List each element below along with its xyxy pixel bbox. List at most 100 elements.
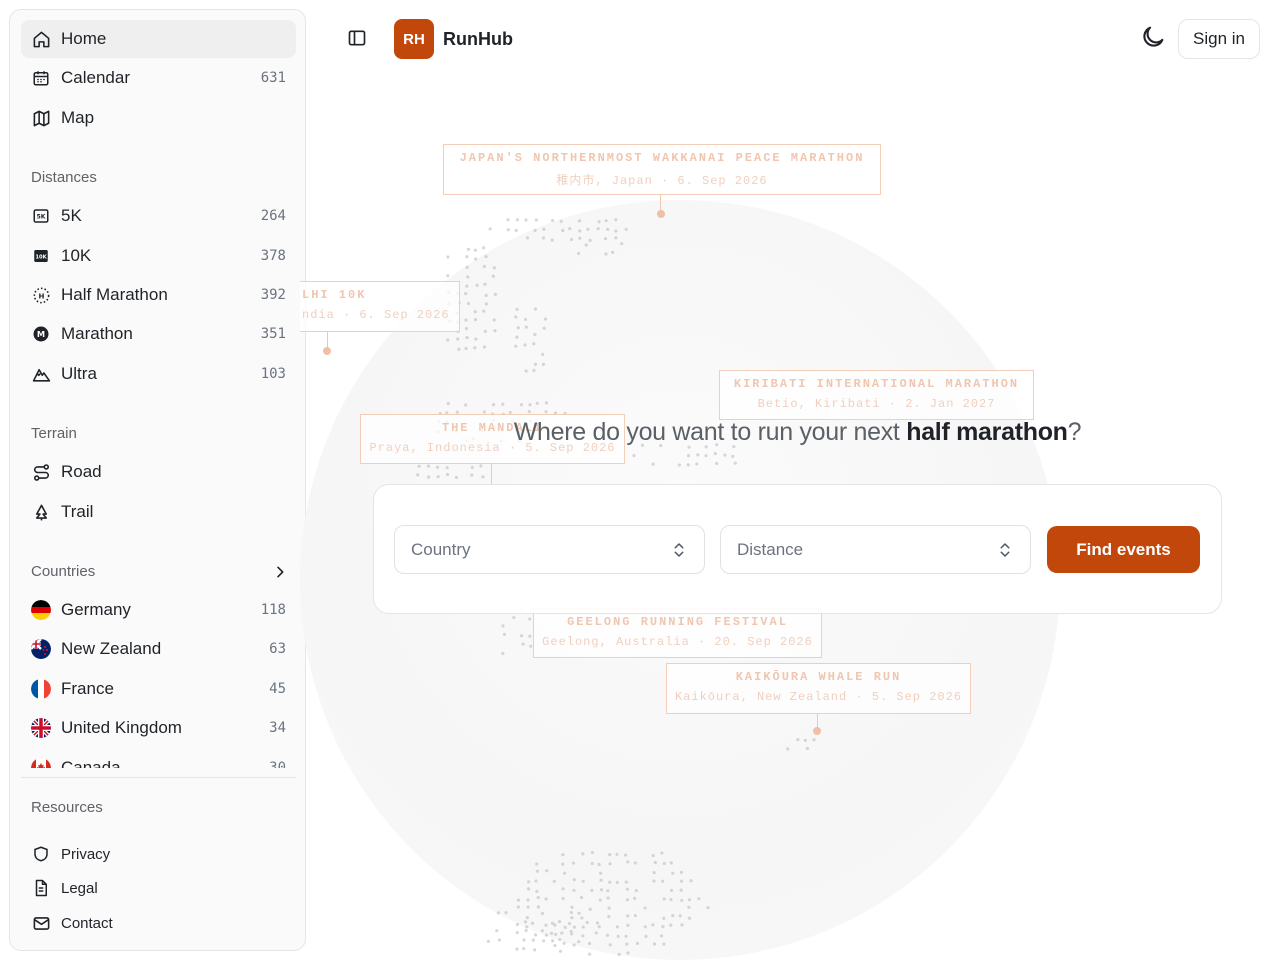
land-dot — [662, 942, 666, 946]
land-dot — [446, 255, 450, 259]
event-marker[interactable]: JAPAN'S NORTHERNMOST WAKKANAI PEACE MARA… — [443, 144, 881, 195]
distance-select-value: Distance — [737, 539, 804, 559]
country-select[interactable]: Country — [394, 525, 705, 574]
hero-headline: Where do you want to run your next half … — [300, 418, 1280, 447]
land-dot — [502, 632, 507, 637]
land-dot — [571, 861, 576, 865]
land-dot — [473, 310, 477, 314]
land-dot — [454, 475, 459, 480]
event-marker[interactable]: LHI 10K ndia · 6. Sep 2026 — [300, 281, 460, 332]
land-dot — [533, 948, 537, 952]
moon-icon — [1139, 23, 1167, 56]
land-dot — [473, 346, 477, 350]
event-marker-title: LHI 10K — [302, 288, 367, 302]
land-dot — [588, 238, 592, 243]
land-dot — [473, 248, 478, 252]
brand-logo[interactable]: RH — [394, 19, 434, 59]
land-dot — [651, 462, 655, 466]
land-dot — [544, 933, 549, 937]
land-dot — [473, 317, 478, 322]
land-dot — [580, 916, 584, 920]
land-dot — [652, 879, 656, 883]
land-dot — [651, 853, 655, 858]
land-dot — [533, 307, 538, 311]
land-dot — [464, 346, 468, 351]
land-dot — [563, 925, 567, 929]
land-dot — [803, 738, 807, 742]
land-dot — [635, 941, 640, 945]
land-dot — [465, 265, 469, 270]
land-dot — [482, 264, 486, 269]
land-dot — [466, 247, 471, 252]
land-dot — [474, 337, 478, 341]
land-dot — [533, 228, 537, 233]
land-dot — [805, 746, 810, 751]
land-dot — [595, 921, 600, 925]
land-dot — [522, 946, 526, 951]
land-dot — [599, 888, 604, 892]
brand-name[interactable]: RunHub — [443, 29, 513, 50]
land-dot — [679, 879, 684, 883]
land-dot — [523, 317, 528, 322]
land-dot — [796, 737, 800, 742]
event-marker-title: KIRIBATI INTERNATIONAL MARATHON — [733, 377, 1020, 391]
land-dot — [504, 911, 508, 915]
land-dot — [512, 615, 516, 620]
land-dot — [572, 878, 576, 882]
land-dot — [578, 236, 582, 240]
land-dot — [535, 869, 539, 873]
theme-toggle-button[interactable] — [1137, 23, 1169, 55]
land-dot — [603, 236, 608, 241]
land-dot — [687, 916, 692, 920]
land-dot — [614, 236, 618, 240]
land-dot — [466, 275, 470, 279]
land-dot — [577, 940, 581, 944]
land-dot — [525, 236, 530, 240]
land-dot — [671, 871, 675, 875]
event-pin-dot — [813, 727, 821, 735]
distance-select[interactable]: Distance — [720, 525, 1031, 574]
sidebar-icon — [347, 28, 367, 53]
land-dot — [474, 257, 478, 261]
find-events-button[interactable]: Find events — [1047, 526, 1200, 573]
land-dot — [534, 879, 538, 883]
land-dot — [587, 941, 592, 946]
event-pin-line — [327, 332, 328, 348]
land-dot — [659, 934, 664, 938]
land-dot — [526, 905, 530, 909]
event-marker[interactable]: GEELONG RUNNING FESTIVAL Geelong, Austra… — [533, 608, 822, 658]
event-marker[interactable]: KAIKŌURA WHALE RUN Kaikōura, New Zealand… — [666, 663, 971, 714]
land-dot — [669, 923, 673, 927]
sidebar-toggle-button[interactable] — [343, 26, 371, 54]
land-dot — [465, 336, 469, 340]
land-dot — [644, 934, 648, 939]
land-dot — [446, 274, 450, 278]
land-dot — [557, 919, 562, 924]
land-dot — [524, 325, 528, 329]
land-dot — [669, 888, 674, 893]
land-dot — [608, 943, 612, 947]
land-dot — [585, 920, 589, 925]
land-dot — [532, 342, 536, 346]
land-dot — [652, 870, 656, 875]
event-pin-line — [660, 195, 661, 211]
land-dot — [616, 934, 620, 938]
land-dot — [482, 309, 486, 313]
land-dot — [501, 651, 505, 656]
land-dot — [578, 229, 582, 233]
land-dot — [506, 228, 510, 232]
land-dot — [614, 218, 618, 222]
land-dot — [470, 465, 474, 470]
land-dot — [590, 888, 594, 893]
land-dot — [594, 931, 598, 935]
land-dot — [643, 906, 647, 910]
event-marker[interactable]: KIRIBATI INTERNATIONAL MARATHON Betio, K… — [719, 370, 1034, 420]
land-dot — [604, 219, 608, 223]
land-dot — [550, 238, 554, 242]
land-dot — [567, 921, 572, 926]
sign-in-button[interactable]: Sign in — [1178, 19, 1260, 59]
land-dot — [605, 933, 610, 937]
land-dot — [540, 911, 545, 916]
land-dot — [625, 898, 630, 902]
land-dot — [608, 862, 612, 866]
